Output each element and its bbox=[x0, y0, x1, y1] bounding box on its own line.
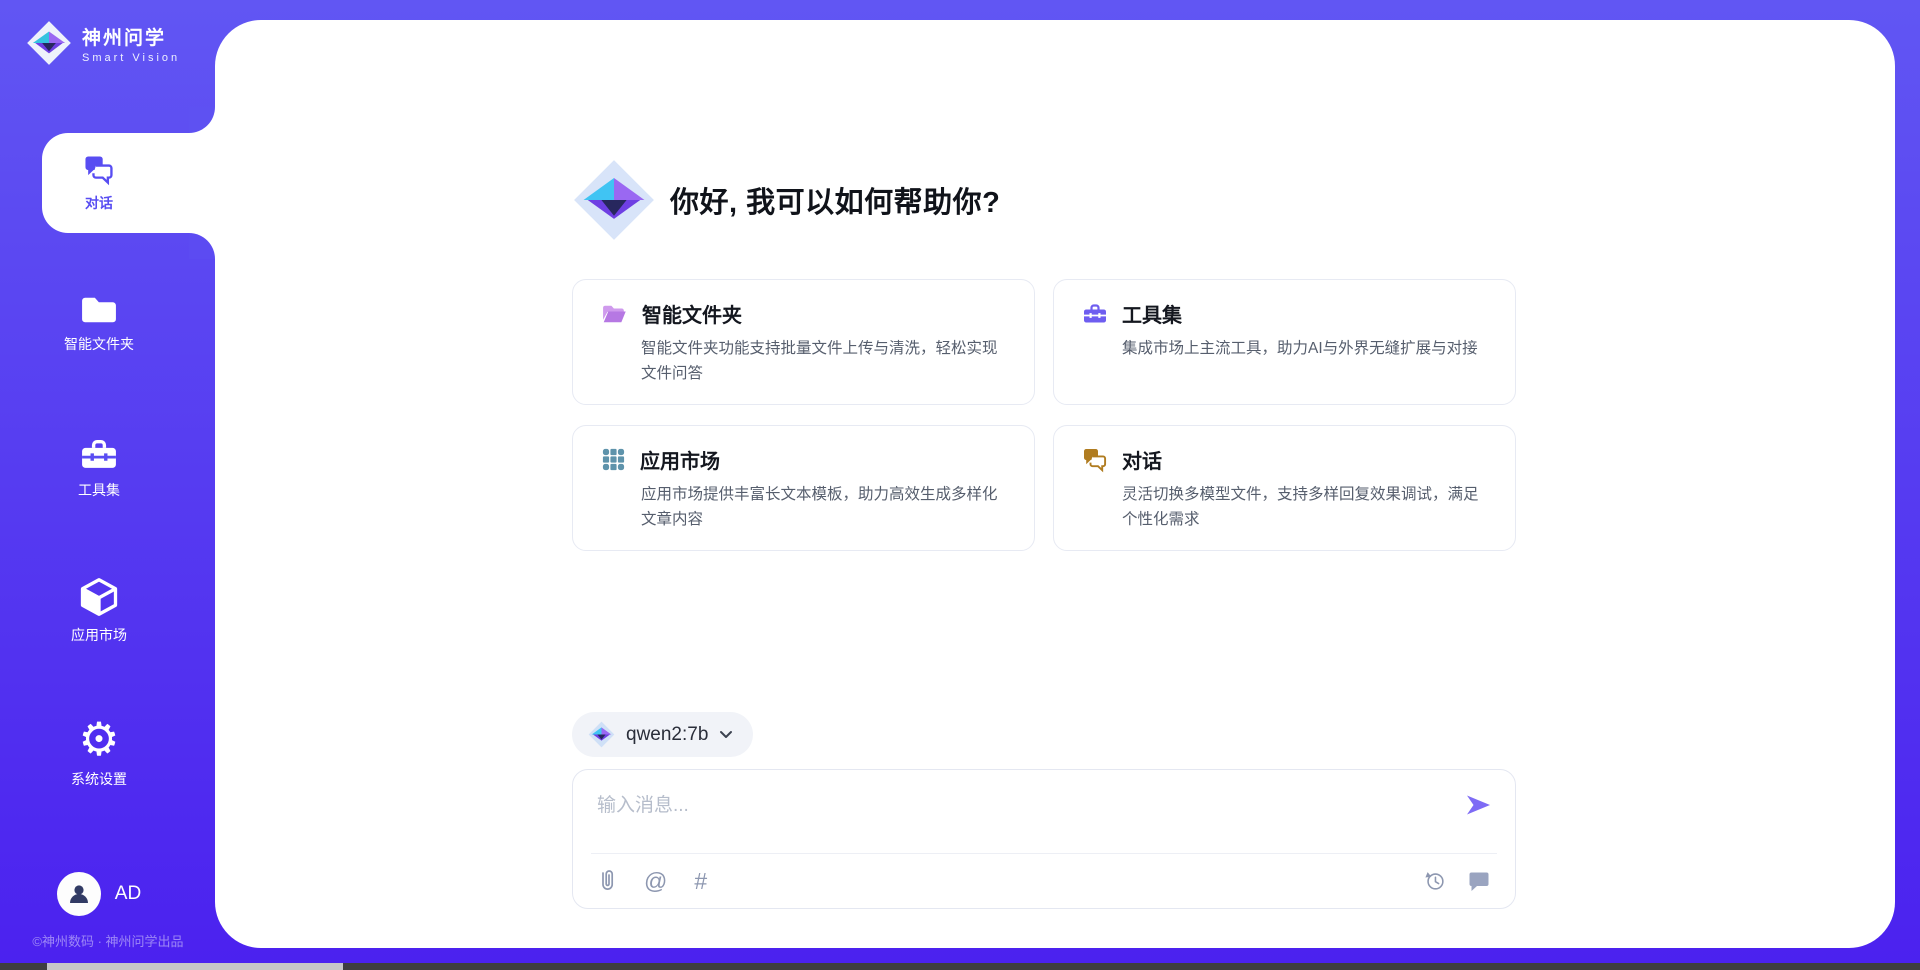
card-description: 智能文件夹功能支持批量文件上传与清洗，轻松实现文件问答 bbox=[641, 336, 1008, 386]
send-button[interactable] bbox=[1463, 790, 1493, 820]
card-description: 应用市场提供丰富长文本模板，助力高效生成多样化文章内容 bbox=[641, 482, 1008, 532]
diamond-logo-icon bbox=[572, 158, 656, 242]
folder-icon bbox=[79, 293, 119, 327]
card-description: 灵活切换多模型文件，支持多样回复效果调试，满足个性化需求 bbox=[1122, 482, 1489, 532]
model-selector[interactable]: qwen2:7b bbox=[572, 712, 753, 757]
horizontal-scrollbar[interactable] bbox=[0, 963, 1920, 970]
feature-cards: 智能文件夹 智能文件夹功能支持批量文件上传与清洗，轻松实现文件问答 工具集 集成… bbox=[572, 279, 1516, 551]
chevron-down-icon bbox=[719, 730, 733, 739]
sidebar-item-settings[interactable]: ⚙ 系统设置 bbox=[0, 716, 198, 789]
card-title: 智能文件夹 bbox=[642, 299, 742, 328]
card-title: 工具集 bbox=[1122, 299, 1182, 328]
brand-subtitle: Smart Vision bbox=[82, 52, 180, 64]
composer-toolbar: @ # bbox=[573, 854, 1515, 908]
sidebar-item-label: 系统设置 bbox=[71, 769, 127, 789]
gear-icon: ⚙ bbox=[78, 716, 119, 762]
cube-icon bbox=[78, 576, 120, 618]
send-icon bbox=[1463, 790, 1493, 820]
card-title: 应用市场 bbox=[640, 445, 720, 474]
card-title: 对话 bbox=[1122, 445, 1162, 474]
tab-fillet-bottom bbox=[189, 233, 215, 259]
feedback-button[interactable] bbox=[1467, 870, 1491, 893]
sidebar-item-smart-folder[interactable]: 智能文件夹 bbox=[0, 293, 198, 354]
grid-icon bbox=[601, 447, 626, 472]
toolbox-icon bbox=[1082, 301, 1108, 326]
sidebar-item-label: 对话 bbox=[85, 193, 113, 213]
card-description: 集成市场上主流工具，助力AI与外界无缝扩展与对接 bbox=[1122, 336, 1489, 361]
folder-open-icon bbox=[601, 302, 628, 326]
greeting-row: 你好, 我可以如何帮助你? bbox=[572, 158, 1000, 242]
chat-icon bbox=[83, 154, 115, 186]
hash-icon[interactable]: # bbox=[694, 870, 707, 893]
sidebar-item-label: 应用市场 bbox=[71, 625, 127, 645]
copyright-footer: ©神州数码 · 神州问学出品 bbox=[2, 931, 214, 950]
avatar bbox=[57, 872, 101, 916]
person-icon bbox=[66, 881, 92, 907]
sidebar-item-label: 工具集 bbox=[78, 480, 120, 500]
card-chat[interactable]: 对话 灵活切换多模型文件，支持多样回复效果调试，满足个性化需求 bbox=[1053, 425, 1516, 551]
message-input[interactable] bbox=[597, 790, 1437, 850]
card-smart-folder[interactable]: 智能文件夹 智能文件夹功能支持批量文件上传与清洗，轻松实现文件问答 bbox=[572, 279, 1035, 405]
sidebar-item-app-market[interactable]: 应用市场 bbox=[0, 576, 198, 645]
sidebar-item-chat[interactable]: 对话 bbox=[42, 133, 215, 233]
toolbox-icon bbox=[79, 435, 119, 473]
app-logo: 神州问学 Smart Vision bbox=[26, 20, 180, 66]
chat-icon bbox=[1082, 447, 1108, 473]
mention-icon[interactable]: @ bbox=[644, 870, 667, 893]
history-icon bbox=[1423, 869, 1447, 893]
card-app-market[interactable]: 应用市场 应用市场提供丰富长文本模板，助力高效生成多样化文章内容 bbox=[572, 425, 1035, 551]
sidebar-item-label: 智能文件夹 bbox=[64, 334, 134, 354]
message-composer: @ # bbox=[572, 769, 1516, 909]
sidebar-item-toolset[interactable]: 工具集 bbox=[0, 435, 198, 500]
chat-bubble-icon bbox=[1467, 870, 1491, 893]
diamond-logo-icon bbox=[26, 20, 72, 66]
diamond-logo-icon bbox=[588, 721, 615, 748]
model-name: qwen2:7b bbox=[626, 724, 708, 746]
history-button[interactable] bbox=[1423, 869, 1447, 893]
greeting-title: 你好, 我可以如何帮助你? bbox=[670, 179, 1000, 221]
scrollbar-thumb[interactable] bbox=[47, 963, 343, 970]
attach-file-button[interactable] bbox=[597, 868, 617, 894]
user-account[interactable]: AD bbox=[0, 872, 198, 916]
main-canvas: 你好, 我可以如何帮助你? 智能文件夹 智能文件夹功能支持批量文件上传与清洗，轻… bbox=[215, 20, 1895, 948]
brand-title: 神州问学 bbox=[82, 23, 180, 50]
tab-fillet-top bbox=[189, 107, 215, 133]
paperclip-icon bbox=[597, 868, 617, 894]
card-toolset[interactable]: 工具集 集成市场上主流工具，助力AI与外界无缝扩展与对接 bbox=[1053, 279, 1516, 405]
user-name: AD bbox=[115, 883, 141, 905]
